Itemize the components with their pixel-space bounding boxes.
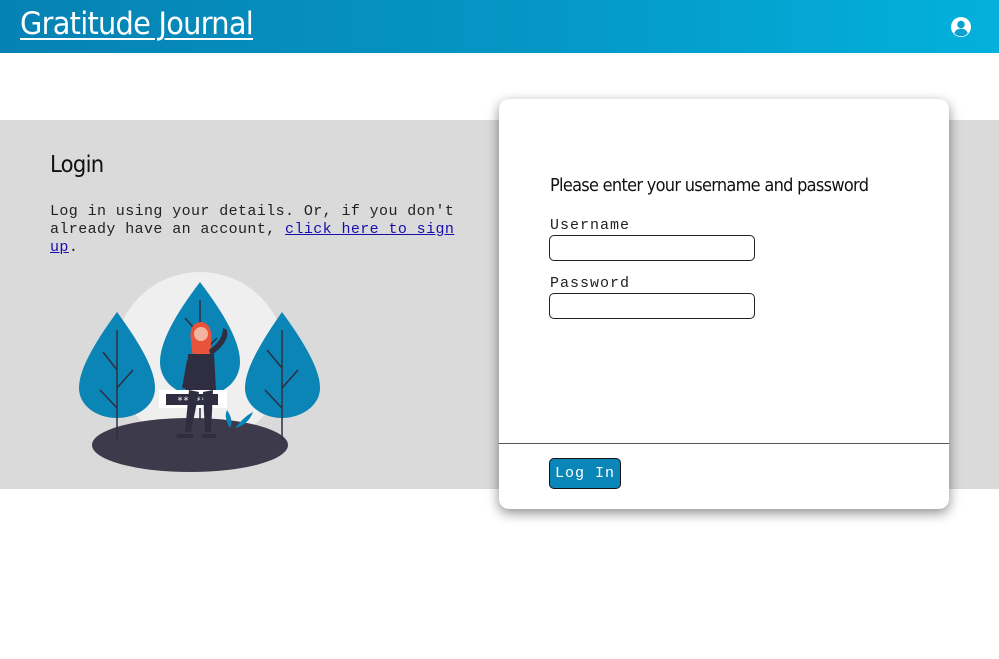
intro-text-after: .: [68, 239, 79, 256]
form-heading: Please enter your username and password: [550, 175, 869, 196]
login-heading: Login: [50, 152, 104, 178]
password-label: Password: [550, 275, 631, 292]
intro-text: Log in using your details. Or, if you do…: [50, 203, 460, 257]
username-label: Username: [550, 217, 631, 234]
login-button[interactable]: Log In: [549, 458, 621, 489]
login-card: Please enter your username and password …: [499, 99, 949, 509]
password-input[interactable]: [549, 293, 755, 319]
app-title-link[interactable]: Gratitude Journal: [20, 6, 254, 42]
username-input[interactable]: [549, 235, 755, 261]
user-circle-icon[interactable]: [950, 16, 972, 38]
login-illustration: *****: [79, 272, 320, 472]
top-bar: Gratitude Journal: [0, 0, 999, 53]
card-divider: [499, 443, 949, 444]
